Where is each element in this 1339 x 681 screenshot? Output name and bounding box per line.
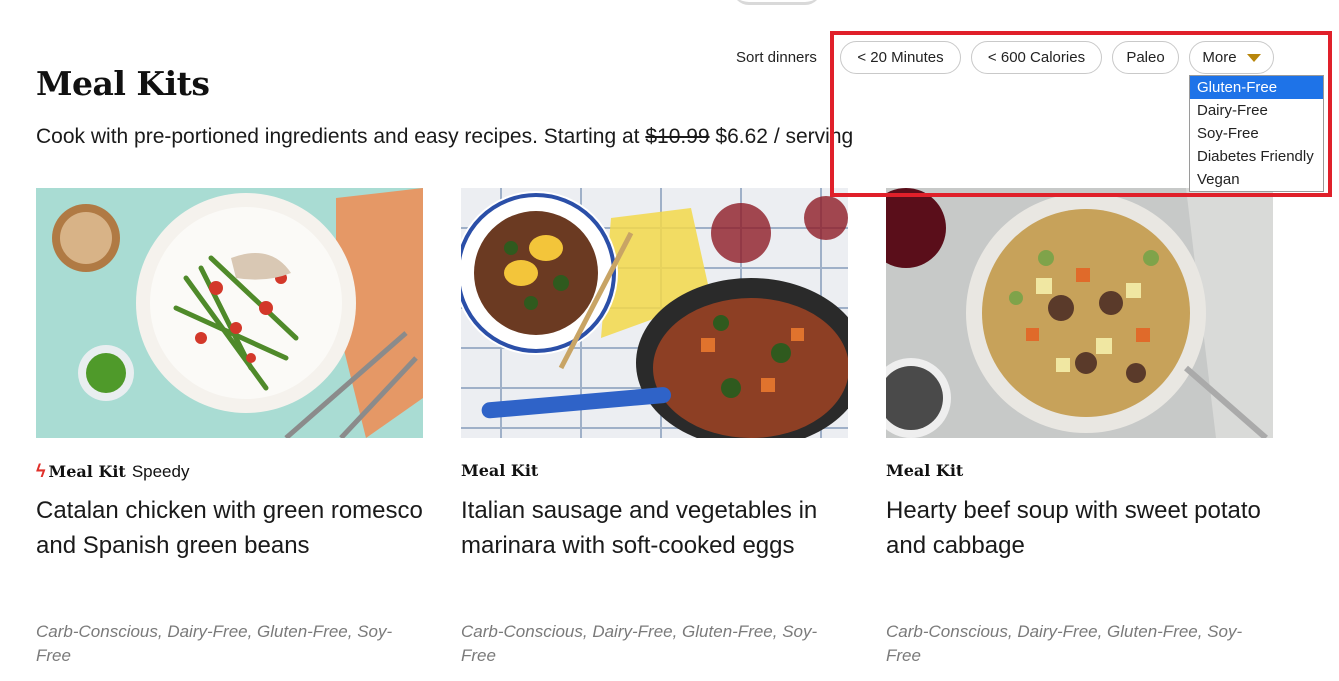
page-subtitle: Cook with pre-portioned ingredients and … bbox=[36, 125, 853, 149]
meal-title[interactable]: Italian sausage and vegetables in marina… bbox=[461, 493, 851, 563]
meal-title[interactable]: Catalan chicken with green romesco and S… bbox=[36, 493, 426, 563]
more-filters-label: More bbox=[1202, 49, 1237, 66]
meal-image[interactable] bbox=[886, 188, 1273, 438]
meal-card[interactable]: Meal Kit Italian sausage and vegetables … bbox=[461, 188, 848, 665]
meal-tags: Carb-Conscious, Dairy-Free, Gluten-Free,… bbox=[886, 622, 1243, 665]
dropdown-option-vegan[interactable]: Vegan bbox=[1190, 168, 1323, 191]
subtitle-text: Cook with pre-portioned ingredients and … bbox=[36, 125, 646, 148]
sort-label: Sort dinners bbox=[736, 49, 817, 66]
dropdown-option-soy-free[interactable]: Soy-Free bbox=[1190, 122, 1323, 145]
meal-image[interactable] bbox=[461, 188, 848, 438]
meal-image[interactable] bbox=[36, 188, 423, 438]
meal-title[interactable]: Hearty beef soup with sweet potato and c… bbox=[886, 493, 1276, 563]
chevron-down-icon bbox=[1246, 53, 1261, 62]
filter-chip-600-calories[interactable]: < 600 Calories bbox=[971, 41, 1102, 74]
lightning-bolt-icon: ϟ bbox=[36, 461, 46, 481]
badge-label: Meal Kit bbox=[461, 461, 539, 480]
dropdown-option-gluten-free[interactable]: Gluten-Free bbox=[1190, 76, 1323, 99]
new-price: $6.62 bbox=[715, 125, 768, 148]
page-title: Meal Kits bbox=[36, 64, 210, 103]
badge-speedy: Speedy bbox=[131, 461, 190, 481]
meal-tags: Carb-Conscious, Dairy-Free, Gluten-Free,… bbox=[36, 622, 393, 665]
filter-chip-20-minutes[interactable]: < 20 Minutes bbox=[840, 41, 961, 74]
badge-label: Meal Kit bbox=[48, 462, 126, 481]
dropdown-option-dairy-free[interactable]: Dairy-Free bbox=[1190, 99, 1323, 122]
more-filters-select[interactable]: More bbox=[1189, 41, 1274, 74]
meal-tags: Carb-Conscious, Dairy-Free, Gluten-Free,… bbox=[461, 622, 818, 665]
meal-card[interactable]: Meal Kit Hearty beef soup with sweet pot… bbox=[886, 188, 1273, 665]
meal-kit-badge: Meal Kit bbox=[886, 461, 963, 480]
dropdown-option-diabetes-friendly[interactable]: Diabetes Friendly bbox=[1190, 145, 1323, 168]
more-filters-dropdown: Gluten-Free Dairy-Free Soy-Free Diabetes… bbox=[1189, 75, 1324, 192]
meal-kit-badge: Meal Kit bbox=[461, 461, 538, 480]
price-unit: / serving bbox=[773, 125, 854, 148]
badge-label: Meal Kit bbox=[886, 461, 964, 480]
old-price: $10.99 bbox=[645, 125, 710, 148]
meal-kit-badge: ϟ Meal Kit Speedy bbox=[36, 461, 189, 482]
meal-card[interactable]: ϟ Meal Kit Speedy Catalan chicken with g… bbox=[36, 188, 423, 665]
header-decoration bbox=[732, 0, 822, 5]
filter-chip-paleo[interactable]: Paleo bbox=[1112, 41, 1179, 74]
